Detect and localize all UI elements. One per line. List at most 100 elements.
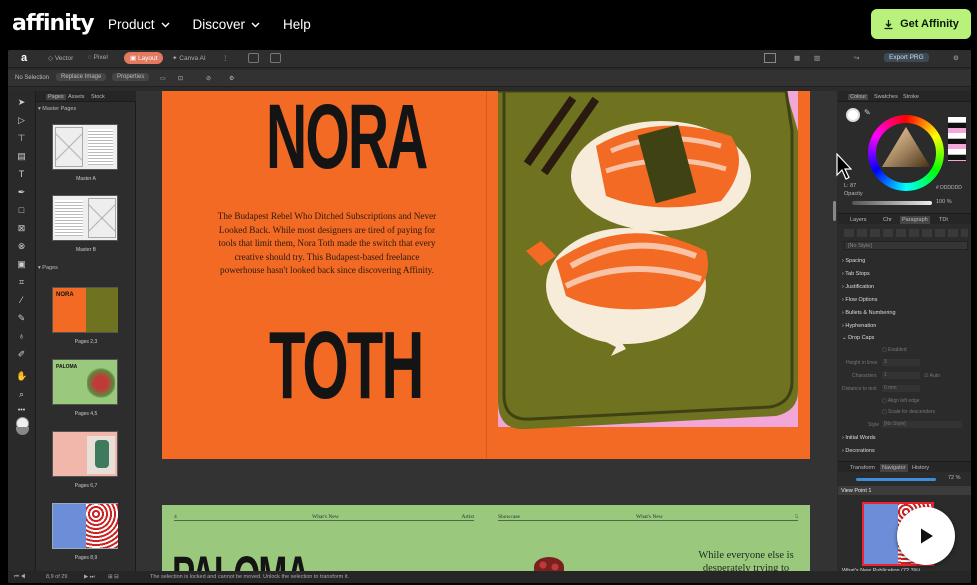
headline-bottom[interactable]: TOTH xyxy=(269,311,424,421)
nav-discover[interactable]: Discover xyxy=(193,17,261,32)
color-picker-tool-icon[interactable]: ✎ xyxy=(16,313,27,324)
paragraph-style-select[interactable]: [No Style] xyxy=(844,241,968,250)
properties-button[interactable]: Properties xyxy=(112,73,150,81)
more-icon[interactable]: ⋮ xyxy=(222,54,229,62)
hand-tool-icon[interactable]: ✋ xyxy=(16,371,27,382)
page-counter[interactable]: 8,9 of 29 xyxy=(46,574,67,580)
headline-top[interactable]: NORA xyxy=(266,91,428,190)
tab-history[interactable]: History xyxy=(912,465,929,471)
persona-layout[interactable]: ▣ Layout xyxy=(124,52,164,64)
table-tool-icon[interactable]: ▤ xyxy=(16,151,27,162)
tab-paragraph[interactable]: Paragraph xyxy=(900,216,930,224)
grid-icon[interactable]: ▦ xyxy=(794,54,800,62)
master-pages-header[interactable]: ▾ Master Pages xyxy=(38,106,76,112)
node-tool-icon[interactable]: ▷ xyxy=(16,115,27,126)
arrange-icon[interactable] xyxy=(248,53,259,63)
gear-icon[interactable]: ⚙ xyxy=(229,75,234,82)
more-tools-icon[interactable]: ••• xyxy=(16,405,27,416)
opacity-slider[interactable] xyxy=(852,201,932,205)
zoom-tool-icon[interactable]: ⌕ xyxy=(16,389,27,400)
next-page-icon[interactable]: ▶ ⏭ xyxy=(84,574,95,581)
tab-text-decorations[interactable]: TDt xyxy=(939,217,948,223)
recent-swatches[interactable] xyxy=(948,117,966,161)
dropcaps-chars-field[interactable]: 1 xyxy=(882,372,920,379)
brush-tool-icon[interactable]: ✐ xyxy=(16,349,27,360)
vertical-scrollbar[interactable] xyxy=(833,201,836,221)
section-initial-words[interactable]: › Initial Words xyxy=(842,435,876,441)
affinity-logo[interactable]: affinity xyxy=(12,11,95,36)
tab-colour[interactable]: Colour xyxy=(848,94,869,100)
article-intro[interactable]: The Budapest Rebel Who Ditched Subscript… xyxy=(212,210,442,278)
tab-stroke[interactable]: Stroke xyxy=(903,94,919,100)
tab-transform[interactable]: Transform xyxy=(850,465,875,471)
dropcaps-auto-checkbox[interactable]: ☑ Auto xyxy=(924,373,940,379)
pages-8-9-thumbnail[interactable] xyxy=(52,503,118,549)
section-hyphenation[interactable]: › Hyphenation xyxy=(842,323,876,329)
section-spacing[interactable]: › Spacing xyxy=(842,258,865,264)
left-page[interactable]: NORA The Budapest Rebel Who Ditched Subs… xyxy=(162,91,486,459)
fill-tool-icon[interactable]: ♁ xyxy=(16,331,27,342)
app-logo-icon[interactable]: a xyxy=(21,52,27,64)
section-tab-stops[interactable]: › Tab Stops xyxy=(842,271,870,277)
paloma-headline[interactable]: PALOMA xyxy=(172,543,311,571)
transparency-tool-icon[interactable]: ⁄ xyxy=(16,295,27,306)
eyedropper-icon[interactable]: ✎ xyxy=(864,108,871,117)
next-left-page[interactable]: 4 What's New Artist PALOMA xyxy=(162,505,486,571)
shape-tool-icon[interactable]: □ xyxy=(16,205,27,216)
master-b-thumbnail[interactable] xyxy=(52,195,118,241)
persona-vector[interactable]: ◇ Vector xyxy=(48,54,73,62)
frame-text-tool-icon[interactable]: ⊤ xyxy=(16,133,27,144)
crop-icon[interactable]: ▭ xyxy=(160,75,166,82)
dropcaps-style-select[interactable]: [No Style] xyxy=(882,421,962,428)
video-play-button[interactable] xyxy=(897,507,955,565)
replace-image-button[interactable]: Replace Image xyxy=(56,73,107,81)
persona-canva-ai[interactable]: ✦ Canva AI xyxy=(172,54,206,62)
ellipse-frame-tool-icon[interactable]: ⊗ xyxy=(16,241,27,252)
zoom-slider[interactable] xyxy=(856,478,936,481)
view-point-select[interactable]: View Point 1 xyxy=(838,486,971,495)
settings-icon[interactable]: ⚙ xyxy=(953,54,959,62)
pages-header[interactable]: ▾ Pages xyxy=(38,265,58,271)
next-right-page[interactable]: Showcase What's New 5 While everyone els… xyxy=(486,505,810,571)
stroke-swatch[interactable] xyxy=(16,427,29,435)
fill-colour-well[interactable] xyxy=(846,108,860,122)
section-flow-options[interactable]: › Flow Options xyxy=(842,297,877,303)
pen-tool-icon[interactable]: ✒ xyxy=(16,187,27,198)
transparency-icon[interactable]: ▥ xyxy=(814,54,820,62)
picture-frame-tool-icon[interactable]: ⊠ xyxy=(16,223,27,234)
opacity-value[interactable]: 100 % xyxy=(936,199,952,205)
section-bullets-numbering[interactable]: › Bullets & Numbering xyxy=(842,310,896,316)
alignment-buttons[interactable] xyxy=(844,229,968,237)
document-canvas[interactable]: NORA The Budapest Rebel Who Ditched Subs… xyxy=(136,91,837,571)
artistic-text-tool-icon[interactable]: T xyxy=(16,169,27,180)
colour-wheel[interactable] xyxy=(868,115,944,191)
section-decorations[interactable]: › Decorations xyxy=(842,448,875,454)
first-page-icon[interactable]: ⏮ ◀ xyxy=(14,574,25,581)
link-icon[interactable]: ⊘ xyxy=(206,75,211,82)
fit-icon[interactable]: ⊡ xyxy=(178,75,183,82)
tab-stock[interactable]: Stock xyxy=(91,94,105,100)
scale-descenders-checkbox[interactable]: ▢ Scale for descenders xyxy=(882,409,935,415)
section-drop-caps[interactable]: ⌄ Drop Caps xyxy=(842,335,874,341)
hex-value[interactable]: # DDDDDD xyxy=(936,185,962,191)
pages-4-5-thumbnail[interactable]: PALOMA xyxy=(52,359,118,405)
view-mode-icon[interactable] xyxy=(764,53,776,63)
dropcaps-enabled-checkbox[interactable]: ▢ Enabled xyxy=(882,347,906,353)
colour-triangle[interactable] xyxy=(878,123,934,179)
pages-6-7-thumbnail[interactable] xyxy=(52,431,118,477)
align-left-edge-checkbox[interactable]: ▢ Align left edge xyxy=(882,398,920,404)
share-icon[interactable]: ↪ xyxy=(854,54,859,62)
nav-help[interactable]: Help xyxy=(283,17,311,32)
export-button[interactable]: Export PRG xyxy=(884,53,929,62)
snapping-icon[interactable] xyxy=(270,53,281,63)
page-view-icons[interactable]: ⊞ ⊟ xyxy=(108,574,119,580)
dropcaps-distance-field[interactable]: 0 mm xyxy=(882,385,920,392)
tab-layers[interactable]: Layers xyxy=(850,217,867,223)
pages-2-3-thumbnail[interactable]: NORA xyxy=(52,287,118,333)
get-affinity-button[interactable]: Get Affinity xyxy=(871,9,971,39)
master-a-thumbnail[interactable] xyxy=(52,124,118,170)
nav-product[interactable]: Product xyxy=(108,17,170,32)
next-right-text[interactable]: While everyone else is desperately tryin… xyxy=(696,549,796,571)
tab-pages[interactable]: Pages xyxy=(46,94,66,100)
right-page-illustration[interactable] xyxy=(486,91,810,459)
